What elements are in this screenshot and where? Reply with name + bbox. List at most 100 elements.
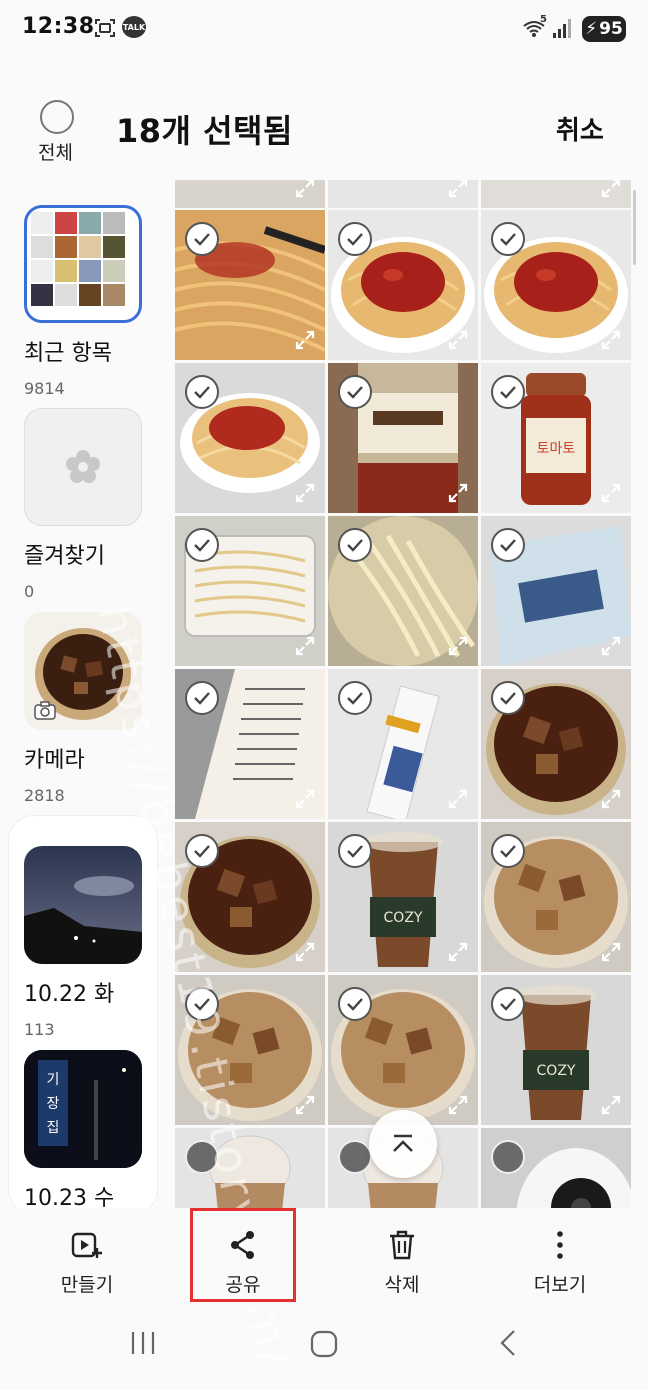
album-recent[interactable]: 최근 항목 9814 xyxy=(24,205,144,398)
scrollbar[interactable] xyxy=(633,190,636,265)
album-favorites[interactable]: 즐겨찾기 0 xyxy=(24,408,144,601)
expand-icon[interactable] xyxy=(599,481,623,505)
expand-icon[interactable] xyxy=(293,328,317,352)
selected-check-icon[interactable] xyxy=(338,681,372,715)
action-label: 만들기 xyxy=(60,1274,114,1296)
photo-tile[interactable] xyxy=(481,669,631,819)
selected-check-icon[interactable] xyxy=(491,834,525,868)
photo-tile[interactable] xyxy=(481,516,631,666)
create-button[interactable]: 만들기 xyxy=(12,1208,162,1308)
select-all-checkbox[interactable] xyxy=(40,100,74,134)
selected-check-icon[interactable] xyxy=(185,375,219,409)
photo-tile-partial[interactable] xyxy=(481,180,631,208)
expand-icon[interactable] xyxy=(293,481,317,505)
selected-check-icon[interactable] xyxy=(491,222,525,256)
selected-check-icon[interactable] xyxy=(185,222,219,256)
date-group-1023[interactable]: 기장 집 10.23 수 xyxy=(24,1050,144,1212)
expand-icon[interactable] xyxy=(599,328,623,352)
selected-check-icon[interactable] xyxy=(338,834,372,868)
expand-icon[interactable] xyxy=(446,1093,470,1117)
delete-icon xyxy=(390,1230,414,1260)
expand-icon[interactable] xyxy=(599,787,623,811)
expand-icon[interactable] xyxy=(293,634,317,658)
selected-check-icon[interactable] xyxy=(491,375,525,409)
expand-icon[interactable] xyxy=(446,940,470,964)
flower-icon xyxy=(66,450,100,483)
selected-check-icon[interactable] xyxy=(491,528,525,562)
photo-tile[interactable] xyxy=(175,210,325,360)
unselected-circle-icon[interactable] xyxy=(185,1140,219,1174)
photo-tile[interactable] xyxy=(328,516,478,666)
album-count: 9814 xyxy=(24,379,65,398)
album-thumbnail xyxy=(24,612,142,730)
charging-icon: ⚡ xyxy=(585,19,598,39)
wifi-band-label: 5 xyxy=(540,14,547,25)
home-icon[interactable] xyxy=(308,1328,340,1360)
album-count: 0 xyxy=(24,582,35,601)
selected-check-icon[interactable] xyxy=(338,987,372,1021)
photo-tile[interactable] xyxy=(328,210,478,360)
album-camera[interactable]: 카메라 2818 xyxy=(24,612,144,805)
photo-tile[interactable]: 토마토 xyxy=(481,363,631,513)
expand-icon[interactable] xyxy=(293,180,317,200)
expand-icon[interactable] xyxy=(446,787,470,811)
photo-tile[interactable] xyxy=(481,1128,631,1210)
sign-text: 기장 집 xyxy=(46,1072,60,1136)
action-label: 더보기 xyxy=(533,1274,587,1296)
battery-level: 95 xyxy=(599,19,623,39)
expand-icon[interactable] xyxy=(599,1093,623,1117)
photo-tile[interactable]: COZY xyxy=(481,975,631,1125)
selected-check-icon[interactable] xyxy=(338,375,372,409)
back-icon[interactable] xyxy=(494,1328,524,1358)
date-group-label: 10.22 화 xyxy=(24,982,115,1007)
more-button[interactable]: 더보기 xyxy=(485,1208,635,1308)
unselected-circle-icon[interactable] xyxy=(338,1140,372,1174)
photo-tile[interactable] xyxy=(175,1128,325,1210)
photo-tile[interactable] xyxy=(481,822,631,972)
date-group-count: 113 xyxy=(24,1020,55,1039)
photo-tile[interactable] xyxy=(175,669,325,819)
selected-check-icon[interactable] xyxy=(185,987,219,1021)
photo-tile[interactable] xyxy=(328,975,478,1125)
scroll-to-top-button[interactable] xyxy=(369,1110,437,1178)
cancel-button[interactable]: 취소 xyxy=(556,110,604,147)
selected-check-icon[interactable] xyxy=(185,681,219,715)
expand-icon[interactable] xyxy=(599,634,623,658)
expand-icon[interactable] xyxy=(293,940,317,964)
unselected-circle-icon[interactable] xyxy=(491,1140,525,1174)
screenshot-icon xyxy=(95,19,115,37)
photo-tile-partial[interactable] xyxy=(328,180,478,208)
selected-check-icon[interactable] xyxy=(185,528,219,562)
photo-tile[interactable] xyxy=(175,363,325,513)
expand-icon[interactable] xyxy=(293,1093,317,1117)
expand-icon[interactable] xyxy=(446,634,470,658)
battery-indicator: ⚡ 95 xyxy=(582,16,626,42)
camera-icon xyxy=(34,701,56,720)
expand-icon[interactable] xyxy=(446,180,470,200)
expand-icon[interactable] xyxy=(599,180,623,200)
photo-tile[interactable] xyxy=(175,822,325,972)
share-highlight-box xyxy=(190,1208,296,1302)
selected-check-icon[interactable] xyxy=(491,681,525,715)
expand-icon[interactable] xyxy=(446,328,470,352)
expand-icon[interactable] xyxy=(293,787,317,811)
selected-check-icon[interactable] xyxy=(338,222,372,256)
photo-tile[interactable] xyxy=(328,669,478,819)
expand-icon[interactable] xyxy=(446,481,470,505)
photo-tile[interactable]: COZY xyxy=(328,822,478,972)
expand-icon[interactable] xyxy=(599,940,623,964)
photo-tile[interactable] xyxy=(481,210,631,360)
delete-button[interactable]: 삭제 xyxy=(327,1208,477,1308)
photo-tile[interactable] xyxy=(175,516,325,666)
selected-check-icon[interactable] xyxy=(338,528,372,562)
photo-tile[interactable] xyxy=(175,975,325,1125)
selected-check-icon[interactable] xyxy=(491,987,525,1021)
date-group-1022[interactable]: 10.22 화 113 xyxy=(24,846,144,1039)
recent-apps-icon[interactable] xyxy=(128,1328,158,1358)
select-all-label[interactable]: 전체 xyxy=(38,138,73,165)
photo-tile-partial[interactable] xyxy=(175,180,325,208)
selected-check-icon[interactable] xyxy=(185,834,219,868)
status-bar: 12:38 TALK 5 ⚡ 95 xyxy=(0,0,648,60)
album-thumbnail: 기장 집 xyxy=(24,1050,142,1168)
photo-tile[interactable] xyxy=(328,363,478,513)
